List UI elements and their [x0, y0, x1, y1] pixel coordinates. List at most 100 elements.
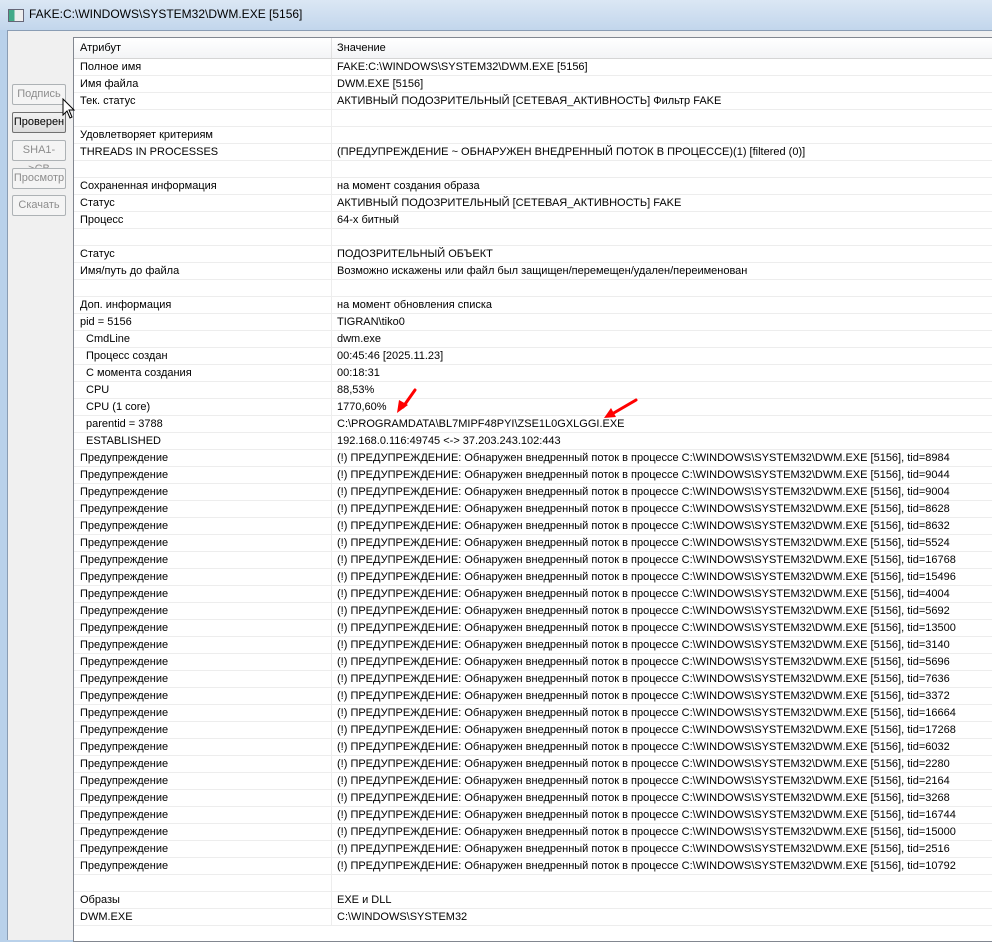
- table-row[interactable]: [74, 280, 992, 297]
- table-row[interactable]: [74, 229, 992, 246]
- table-row[interactable]: Статус АКТИВНЫЙ ПОДОЗРИТЕЛЬНЫЙ [СЕТЕВАЯ_А…: [74, 195, 992, 212]
- value-cell: (!) ПРЕДУПРЕЖДЕНИЕ: Обнаружен внедренный…: [337, 843, 950, 855]
- table-row[interactable]: Предупреждение (!) ПРЕДУПРЕЖДЕНИЕ: Обнару…: [74, 535, 992, 552]
- table-row[interactable]: Предупреждение (!) ПРЕДУПРЕЖДЕНИЕ: Обнару…: [74, 501, 992, 518]
- table-row[interactable]: Имя/путь до файла Возможно искажены или ф…: [74, 263, 992, 280]
- attribute-cell: Удовлетворяет критериям: [80, 129, 213, 141]
- title-bar: FAKE:C:\WINDOWS\SYSTEM32\DWM.EXE [5156]: [0, 0, 992, 30]
- table-row[interactable]: Предупреждение (!) ПРЕДУПРЕЖДЕНИЕ: Обнару…: [74, 824, 992, 841]
- attribute-cell: Полное имя: [80, 61, 142, 73]
- table-row[interactable]: Предупреждение (!) ПРЕДУПРЕЖДЕНИЕ: Обнару…: [74, 790, 992, 807]
- value-cell: (!) ПРЕДУПРЕЖДЕНИЕ: Обнаружен внедренный…: [337, 792, 950, 804]
- table-row[interactable]: Предупреждение (!) ПРЕДУПРЕЖДЕНИЕ: Обнару…: [74, 620, 992, 637]
- table-row[interactable]: CPU (1 core) 1770,60%: [74, 399, 992, 416]
- cell-divider: [331, 722, 332, 739]
- attribute-cell: Предупреждение: [80, 503, 169, 515]
- table-row[interactable]: Предупреждение (!) ПРЕДУПРЕЖДЕНИЕ: Обнару…: [74, 654, 992, 671]
- table-row[interactable]: Полное имя FAKE:C:\WINDOWS\SYSTEM32\DWM.E…: [74, 59, 992, 76]
- cell-divider: [331, 297, 332, 314]
- attribute-cell: Предупреждение: [80, 758, 169, 770]
- column-header-value[interactable]: Значение: [337, 42, 386, 54]
- value-cell: (!) ПРЕДУПРЕЖДЕНИЕ: Обнаружен внедренный…: [337, 809, 956, 821]
- value-cell: АКТИВНЫЙ ПОДОЗРИТЕЛЬНЫЙ [СЕТЕВАЯ_АКТИВНО…: [337, 197, 682, 209]
- table-row[interactable]: Предупреждение (!) ПРЕДУПРЕЖДЕНИЕ: Обнару…: [74, 518, 992, 535]
- cell-divider: [331, 909, 332, 926]
- table-row[interactable]: Статус ПОДОЗРИТЕЛЬНЫЙ ОБЪЕКТ: [74, 246, 992, 263]
- value-cell: 00:45:46 [2025.11.23]: [337, 350, 444, 362]
- table-row[interactable]: Предупреждение (!) ПРЕДУПРЕЖДЕНИЕ: Обнару…: [74, 484, 992, 501]
- client-area: Подпись Проверен SHA1->CB Просмотр Скача…: [7, 30, 992, 942]
- table-row[interactable]: Доп. информация на момент обновления спис…: [74, 297, 992, 314]
- table-row[interactable]: [74, 875, 992, 892]
- table-row[interactable]: pid = 5156 TIGRAN\tiko0: [74, 314, 992, 331]
- table-row[interactable]: Тек. статус АКТИВНЫЙ ПОДОЗРИТЕЛЬНЫЙ [СЕТЕ…: [74, 93, 992, 110]
- table-row[interactable]: THREADS IN PROCESSES (ПРЕДУПРЕЖДЕНИЕ ~ ОБ…: [74, 144, 992, 161]
- table-row[interactable]: Образы EXE и DLL: [74, 892, 992, 909]
- table-row[interactable]: DWM.EXE C:\WINDOWS\SYSTEM32: [74, 909, 992, 926]
- value-cell: C:\PROGRAMDATA\BL7MIPF48PYI\ZSE1L0GXLGGI…: [337, 418, 625, 430]
- value-cell: (!) ПРЕДУПРЕЖДЕНИЕ: Обнаружен внедренный…: [337, 554, 956, 566]
- table-row[interactable]: Процесс создан 00:45:46 [2025.11.23]: [74, 348, 992, 365]
- cell-divider: [331, 654, 332, 671]
- attributes-table[interactable]: Атрибут Значение Полное имя FAKE:C:\WINDO…: [73, 37, 992, 942]
- table-row[interactable]: Предупреждение (!) ПРЕДУПРЕЖДЕНИЕ: Обнару…: [74, 773, 992, 790]
- attribute-cell: Предупреждение: [80, 707, 169, 719]
- table-row[interactable]: Предупреждение (!) ПРЕДУПРЕЖДЕНИЕ: Обнару…: [74, 586, 992, 603]
- column-header-attribute[interactable]: Атрибут: [80, 42, 121, 54]
- table-row[interactable]: Предупреждение (!) ПРЕДУПРЕЖДЕНИЕ: Обнару…: [74, 552, 992, 569]
- cell-divider: [331, 382, 332, 399]
- table-row[interactable]: Предупреждение (!) ПРЕДУПРЕЖДЕНИЕ: Обнару…: [74, 450, 992, 467]
- table-row[interactable]: [74, 161, 992, 178]
- attribute-cell: Предупреждение: [80, 452, 169, 464]
- cell-divider: [331, 212, 332, 229]
- attribute-cell: Образы: [80, 894, 120, 906]
- table-row[interactable]: CmdLine dwm.exe: [74, 331, 992, 348]
- table-row[interactable]: Предупреждение (!) ПРЕДУПРЕЖДЕНИЕ: Обнару…: [74, 467, 992, 484]
- download-button[interactable]: Скачать: [12, 195, 66, 216]
- table-row[interactable]: parentid = 3788 C:\PROGRAMDATA\BL7MIPF48P…: [74, 416, 992, 433]
- table-row[interactable]: Предупреждение (!) ПРЕДУПРЕЖДЕНИЕ: Обнару…: [74, 756, 992, 773]
- verified-button[interactable]: Проверен: [12, 112, 66, 133]
- cell-divider: [331, 756, 332, 773]
- table-row[interactable]: Предупреждение (!) ПРЕДУПРЕЖДЕНИЕ: Обнару…: [74, 739, 992, 756]
- value-cell: (!) ПРЕДУПРЕЖДЕНИЕ: Обнаружен внедренный…: [337, 520, 950, 532]
- table-row[interactable]: Предупреждение (!) ПРЕДУПРЕЖДЕНИЕ: Обнару…: [74, 688, 992, 705]
- attribute-cell: Предупреждение: [80, 792, 169, 804]
- table-row[interactable]: Предупреждение (!) ПРЕДУПРЕЖДЕНИЕ: Обнару…: [74, 671, 992, 688]
- cell-divider: [331, 518, 332, 535]
- column-divider[interactable]: [331, 38, 332, 58]
- table-row[interactable]: Предупреждение (!) ПРЕДУПРЕЖДЕНИЕ: Обнару…: [74, 603, 992, 620]
- table-row[interactable]: Процесс 64-х битный: [74, 212, 992, 229]
- table-row[interactable]: Предупреждение (!) ПРЕДУПРЕЖДЕНИЕ: Обнару…: [74, 841, 992, 858]
- value-cell: (!) ПРЕДУПРЕЖДЕНИЕ: Обнаружен внедренный…: [337, 605, 950, 617]
- table-row[interactable]: CPU 88,53%: [74, 382, 992, 399]
- attribute-cell: Предупреждение: [80, 724, 169, 736]
- sha1-copy-button[interactable]: SHA1->CB: [12, 140, 66, 175]
- table-row[interactable]: Имя файла DWM.EXE [5156]: [74, 76, 992, 93]
- value-cell: (!) ПРЕДУПРЕЖДЕНИЕ: Обнаружен внедренный…: [337, 537, 950, 549]
- table-row[interactable]: ESTABLISHED 192.168.0.116:49745 <-> 37.20…: [74, 433, 992, 450]
- view-button[interactable]: Просмотр: [12, 168, 66, 189]
- cell-divider: [331, 807, 332, 824]
- cell-divider: [331, 93, 332, 110]
- value-cell: (!) ПРЕДУПРЕЖДЕНИЕ: Обнаружен внедренный…: [337, 724, 956, 736]
- table-row[interactable]: С момента создания 00:18:31: [74, 365, 992, 382]
- cell-divider: [331, 824, 332, 841]
- table-row[interactable]: Предупреждение (!) ПРЕДУПРЕЖДЕНИЕ: Обнару…: [74, 637, 992, 654]
- cell-divider: [331, 246, 332, 263]
- cell-divider: [331, 620, 332, 637]
- attribute-cell: Доп. информация: [80, 299, 172, 311]
- table-row[interactable]: Предупреждение (!) ПРЕДУПРЕЖДЕНИЕ: Обнару…: [74, 569, 992, 586]
- table-row[interactable]: Предупреждение (!) ПРЕДУПРЕЖДЕНИЕ: Обнару…: [74, 722, 992, 739]
- attribute-cell: Статус: [80, 248, 115, 260]
- table-row[interactable]: [74, 110, 992, 127]
- value-cell: dwm.exe: [337, 333, 382, 345]
- table-row[interactable]: Сохраненная информация на момент создания…: [74, 178, 992, 195]
- table-row[interactable]: Предупреждение (!) ПРЕДУПРЕЖДЕНИЕ: Обнару…: [74, 858, 992, 875]
- attribute-cell: DWM.EXE: [80, 911, 133, 923]
- value-cell: (!) ПРЕДУПРЕЖДЕНИЕ: Обнаружен внедренный…: [337, 673, 950, 685]
- table-row[interactable]: Удовлетворяет критериям: [74, 127, 992, 144]
- table-row[interactable]: Предупреждение (!) ПРЕДУПРЕЖДЕНИЕ: Обнару…: [74, 807, 992, 824]
- signature-button[interactable]: Подпись: [12, 84, 66, 105]
- table-row[interactable]: Предупреждение (!) ПРЕДУПРЕЖДЕНИЕ: Обнару…: [74, 705, 992, 722]
